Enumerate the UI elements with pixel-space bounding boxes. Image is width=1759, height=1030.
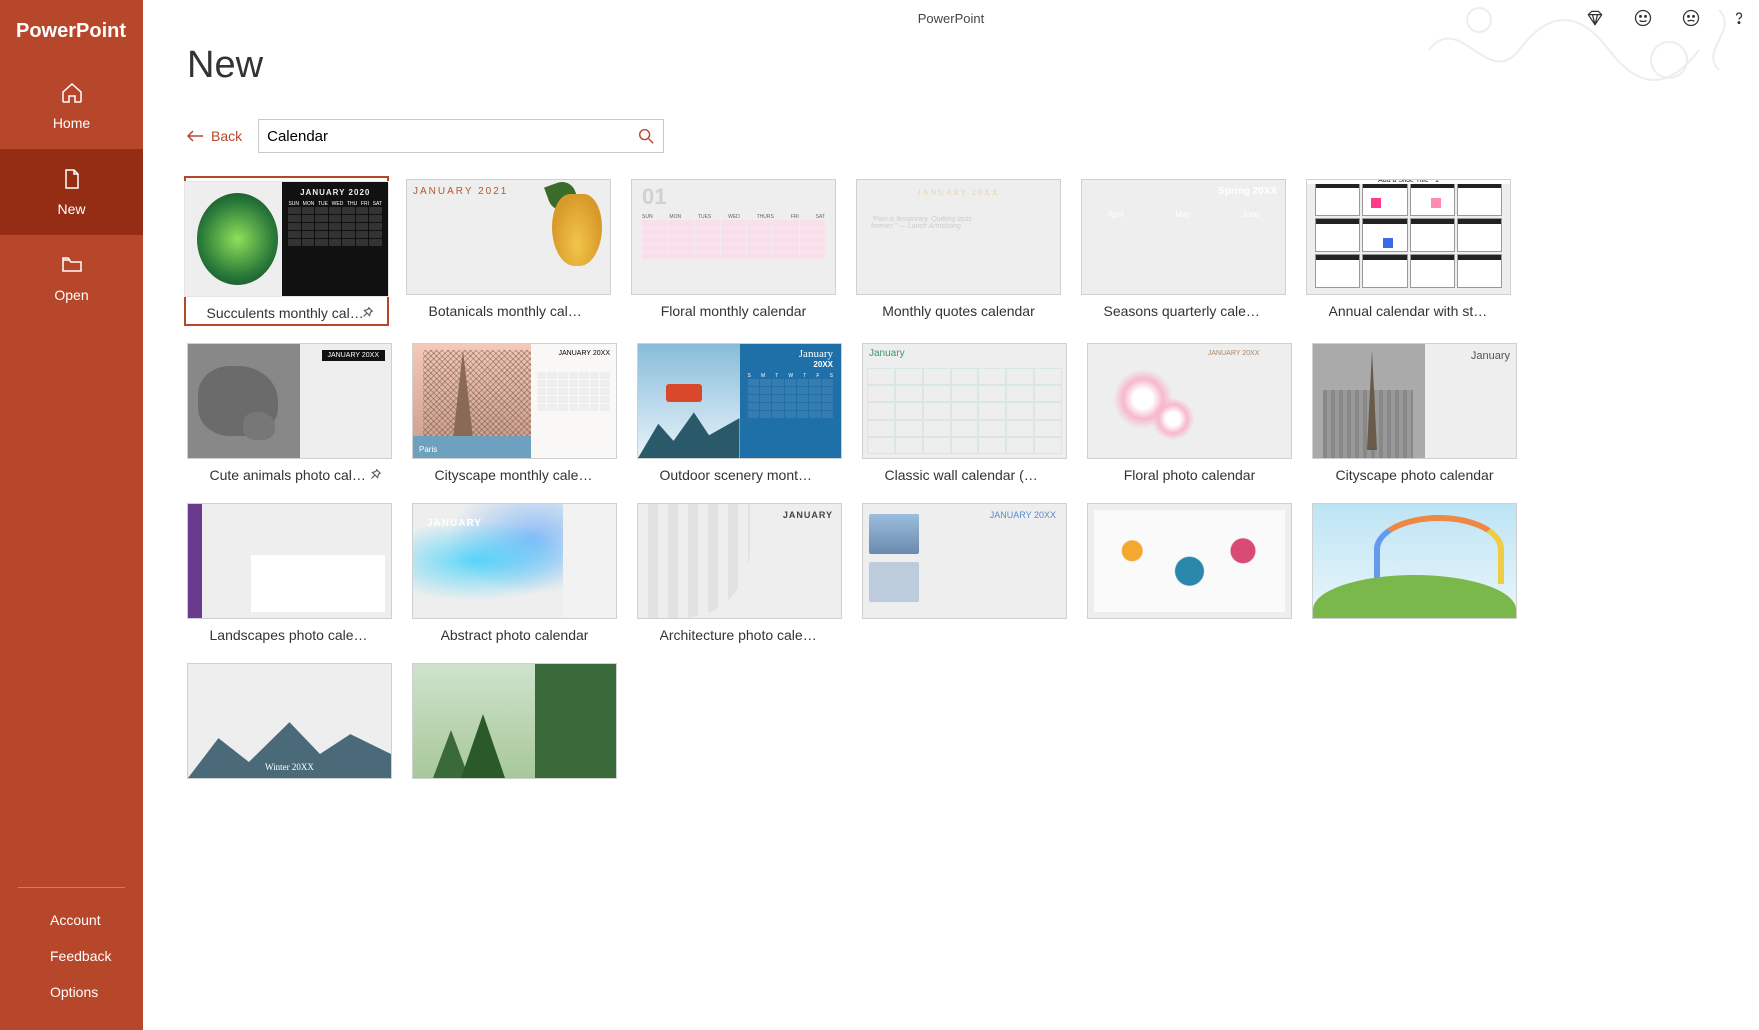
page-title: New — [187, 44, 1719, 87]
template-item[interactable]: Winter 20XX — [187, 663, 392, 787]
sidebar-label-open: Open — [54, 287, 88, 303]
template-label: Architecture photo calendar — [660, 627, 820, 643]
search-icon[interactable] — [637, 127, 655, 145]
template-label: Cute animals photo calen… — [210, 467, 370, 483]
template-label-row — [1087, 619, 1292, 627]
template-item[interactable]: JanuaryClassic wall calendar (Mon… — [862, 343, 1067, 483]
template-item[interactable]: Spring 20XXAprilMayJuneSeasons quarterly… — [1081, 179, 1286, 323]
template-label-row: Floral monthly calendar — [631, 295, 836, 319]
template-label-row: Succulents monthly calen… — [189, 297, 384, 321]
template-item[interactable]: Add a Slide Title - 1Annual calendar wit… — [1306, 179, 1511, 323]
template-grid: JANUARY 2020SUNMONTUEWEDTHUFRISATSuccule… — [187, 179, 1719, 787]
template-label: Outdoor scenery monthly… — [660, 467, 820, 483]
template-item[interactable]: JANUARYAbstract photo calendar — [412, 503, 617, 643]
sidebar-label-new: New — [57, 201, 85, 217]
template-label-row: Abstract photo calendar — [412, 619, 617, 643]
template-item[interactable]: ParisJANUARY 20XXCityscape monthly calen… — [412, 343, 617, 483]
pin-icon[interactable] — [368, 468, 382, 482]
home-icon — [58, 81, 86, 105]
template-label: Floral monthly calendar — [661, 303, 807, 319]
template-label: Monthly quotes calendar — [882, 303, 1035, 319]
pin-icon[interactable] — [360, 306, 374, 320]
template-label: Landscapes photo calendar — [210, 627, 370, 643]
template-label-row: Outdoor scenery monthly… — [637, 459, 842, 483]
template-label-row: Cute animals photo calen… — [187, 459, 392, 483]
template-label-row — [412, 779, 617, 787]
template-label-row — [862, 619, 1067, 627]
back-arrow-icon — [187, 130, 203, 142]
template-label-row: Cityscape monthly calendar — [412, 459, 617, 483]
template-label-row: Floral photo calendar — [1087, 459, 1292, 483]
sidebar-label-home: Home — [53, 115, 90, 131]
template-label-row: Monthly quotes calendar — [856, 295, 1061, 319]
template-label-row: Architecture photo calendar — [637, 619, 842, 643]
template-label: Floral photo calendar — [1124, 467, 1256, 483]
template-item[interactable]: JanuaryCityscape photo calendar — [1312, 343, 1517, 483]
template-item[interactable]: 01SUNMONTUESWEDTHURSFRISATFloral monthly… — [631, 179, 836, 323]
template-label: Classic wall calendar (Mon… — [885, 467, 1045, 483]
template-label: Botanicals monthly calendar — [429, 303, 589, 319]
template-label-row: Seasons quarterly calendar — [1081, 295, 1286, 319]
template-label-row — [187, 779, 392, 787]
template-label-row — [1312, 619, 1517, 627]
template-search-input[interactable] — [267, 128, 637, 145]
back-button[interactable]: Back — [187, 128, 242, 144]
sidebar-item-account[interactable]: Account — [0, 902, 143, 938]
template-item[interactable]: JANUARY 20XX"Pain is temporary. Quitting… — [856, 179, 1061, 323]
folder-open-icon — [58, 253, 86, 277]
template-item[interactable]: JANUARYArchitecture photo calendar — [637, 503, 842, 643]
template-label: Succulents monthly calen… — [207, 305, 367, 321]
template-label: Seasons quarterly calendar — [1104, 303, 1264, 319]
template-item[interactable] — [1087, 503, 1292, 643]
template-label-row: Botanicals monthly calendar — [406, 295, 611, 319]
template-item[interactable]: JANUARY 2020SUNMONTUEWEDTHUFRISATSuccule… — [184, 176, 389, 326]
template-item[interactable]: JANUARY 20XXFloral photo calendar — [1087, 343, 1292, 483]
template-label-row: Cityscape photo calendar — [1312, 459, 1517, 483]
template-label-row: Classic wall calendar (Mon… — [862, 459, 1067, 483]
sidebar-bottom: Account Feedback Options — [0, 877, 143, 1030]
template-item[interactable]: January20XXSMTWTFSOutdoor scenery monthl… — [637, 343, 842, 483]
backstage-main: New Back JANUARY 2020SUNMONTUEWEDTHUFRIS… — [143, 0, 1759, 1030]
app-brand: PowerPoint — [0, 0, 143, 63]
search-row: Back — [187, 119, 1719, 153]
template-item[interactable]: JANUARY 20XX — [862, 503, 1067, 643]
template-label: Cityscape monthly calendar — [435, 467, 595, 483]
template-item[interactable]: Landscapes photo calendar — [187, 503, 392, 643]
sidebar-item-feedback[interactable]: Feedback — [0, 938, 143, 974]
template-item[interactable] — [1312, 503, 1517, 643]
template-label-row: Landscapes photo calendar — [187, 619, 392, 643]
backstage-sidebar: PowerPoint Home New Open Account Feedbac… — [0, 0, 143, 1030]
template-item[interactable] — [412, 663, 617, 787]
sidebar-divider — [18, 887, 125, 888]
sidebar-item-new[interactable]: New — [0, 149, 143, 235]
back-label: Back — [211, 128, 242, 144]
sidebar-item-open[interactable]: Open — [0, 235, 143, 321]
template-search-box[interactable] — [258, 119, 664, 153]
new-document-icon — [58, 167, 86, 191]
sidebar-item-home[interactable]: Home — [0, 63, 143, 149]
sidebar-item-options[interactable]: Options — [0, 974, 143, 1010]
template-label: Annual calendar with stick… — [1329, 303, 1489, 319]
template-item[interactable]: JANUARY 2021Botanicals monthly calendar — [406, 179, 611, 323]
template-label: Abstract photo calendar — [441, 627, 589, 643]
template-label-row: Annual calendar with stick… — [1306, 295, 1511, 319]
template-item[interactable]: JANUARY 20XXCute animals photo calen… — [187, 343, 392, 483]
template-label: Cityscape photo calendar — [1336, 467, 1494, 483]
